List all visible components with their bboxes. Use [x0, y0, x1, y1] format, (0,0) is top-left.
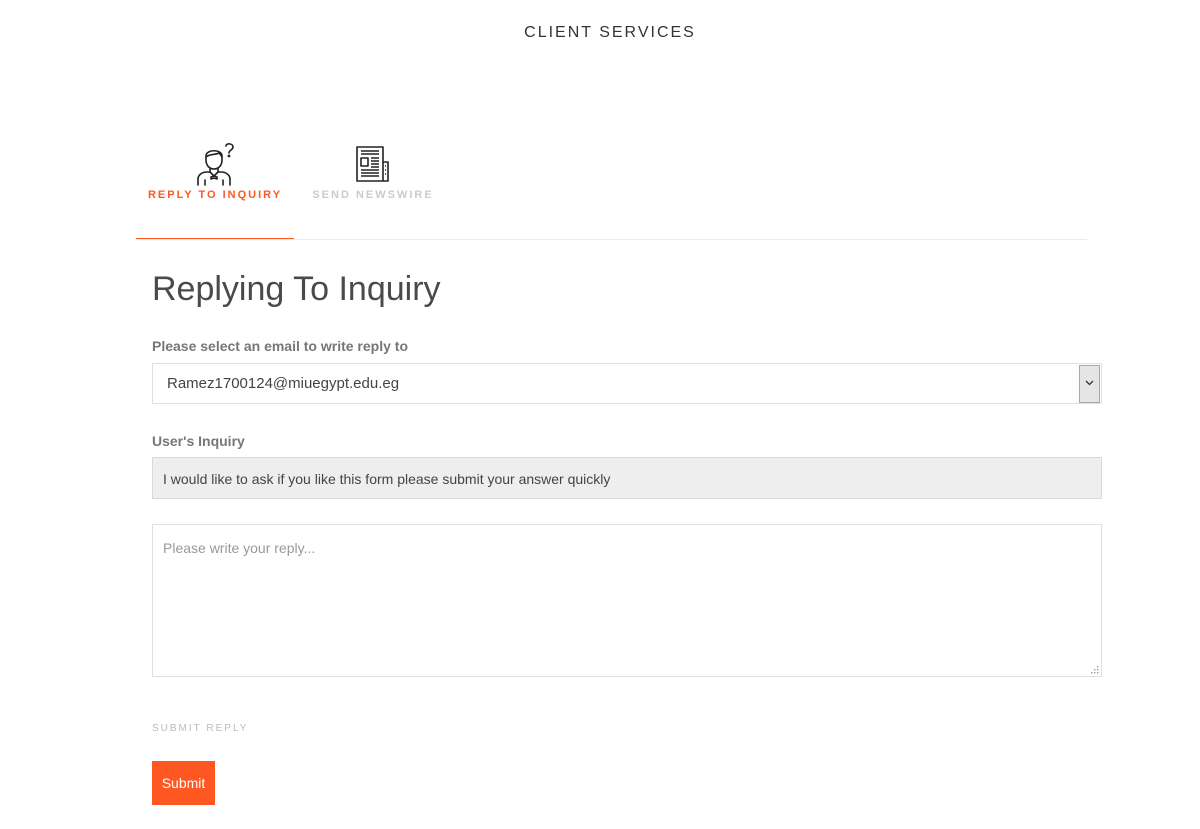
submit-button[interactable]: Submit [152, 761, 215, 805]
client-services-page: CLIENT SERVICES REPLY TO INQUIRY SEND NE… [0, 0, 1200, 829]
tab-reply-to-inquiry-label: REPLY TO INQUIRY [147, 189, 283, 201]
person-question-icon [197, 143, 234, 186]
resize-handle-icon[interactable] [1089, 664, 1099, 674]
email-select-value: Ramez1700124@miuegypt.edu.eg [167, 375, 400, 392]
reply-textarea[interactable] [153, 525, 1101, 676]
tab-reply-to-inquiry[interactable]: REPLY TO INQUIRY [136, 130, 294, 239]
email-select[interactable]: Ramez1700124@miuegypt.edu.eg [152, 363, 1102, 404]
newspaper-icon [356, 146, 389, 182]
inquiry-label: User's Inquiry [152, 433, 245, 449]
inquiry-field: I would like to ask if you like this for… [152, 457, 1102, 499]
form-heading: Replying To Inquiry [152, 270, 441, 308]
submit-reply-caption: SUBMIT REPLY [152, 723, 249, 734]
inquiry-text: I would like to ask if you like this for… [163, 471, 611, 487]
reply-field-container [152, 524, 1102, 677]
tab-send-newswire[interactable]: SEND NEWSWIRE [296, 130, 450, 238]
tab-bar: REPLY TO INQUIRY SEND NEWSWIRE [136, 130, 1087, 240]
page-title: CLIENT SERVICES [524, 24, 696, 41]
chevron-down-icon[interactable] [1079, 365, 1100, 403]
tab-send-newswire-label: SEND NEWSWIRE [312, 189, 434, 201]
email-select-label: Please select an email to write reply to [152, 338, 408, 354]
